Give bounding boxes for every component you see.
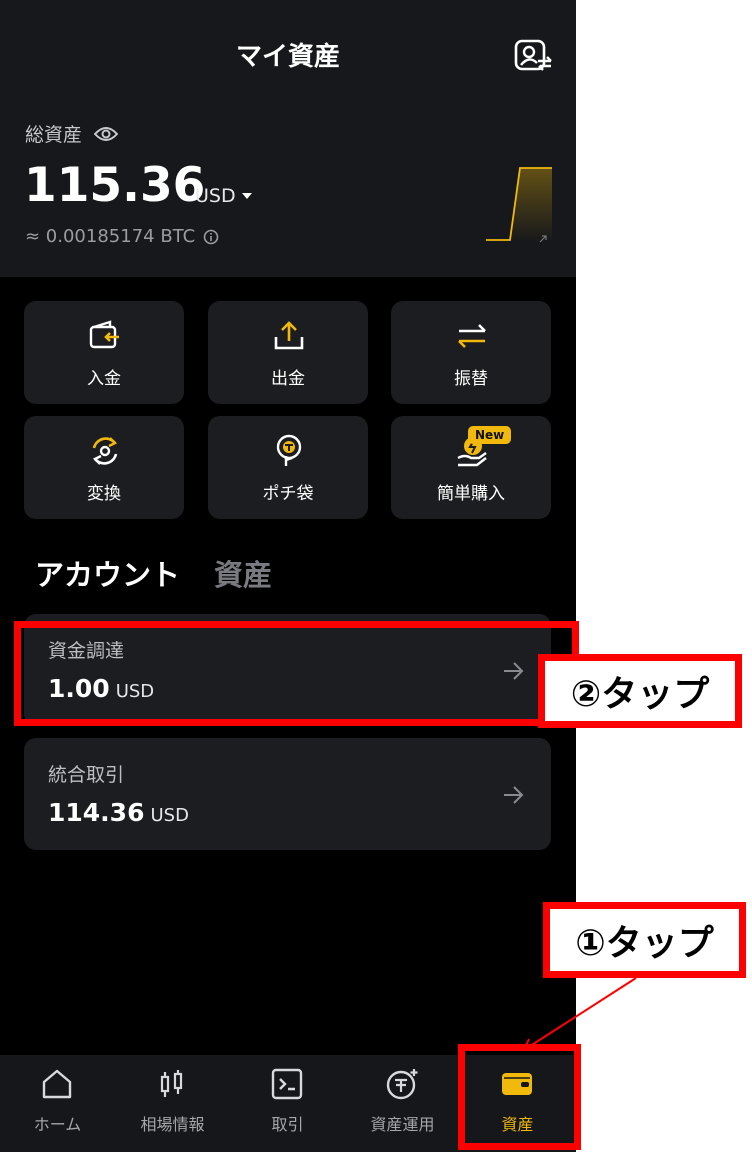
nav-markets[interactable]: 相場情報 [115, 1055, 230, 1152]
buy-crypto-label: 簡単購入 [437, 484, 505, 504]
nav-earn-label: 資産運用 [370, 1115, 435, 1134]
withdraw-icon [272, 319, 306, 353]
page-title: マイ資産 [235, 42, 340, 72]
tab-account[interactable]: アカウント [35, 552, 180, 594]
eye-icon[interactable] [93, 125, 119, 143]
total-assets-label: 総資産 [25, 124, 83, 146]
total-assets-label-row: 総資産 [25, 120, 119, 147]
new-badge: New [468, 426, 512, 444]
nav-markets-label: 相場情報 [140, 1115, 205, 1134]
nav-home-label: ホーム [33, 1115, 82, 1134]
red-packet-icon [272, 434, 306, 468]
unified-trading-value: 114.36 USD [48, 798, 189, 827]
account-switch-icon[interactable] [512, 38, 554, 74]
red-packet-label: ポチ袋 [262, 484, 314, 504]
red-packet-button[interactable]: ポチ袋 [208, 416, 368, 519]
currency-selector[interactable]: USD [195, 185, 252, 207]
unified-trading-account-card[interactable]: 統合取引 114.36 USD [24, 738, 551, 850]
earn-icon [385, 1067, 419, 1101]
deposit-label: 入金 [87, 369, 121, 389]
step2-callout: ②タップ [538, 654, 742, 728]
step1-callout: ①タップ [543, 902, 746, 978]
nav-earn[interactable]: 資産運用 [345, 1055, 460, 1152]
withdraw-button[interactable]: 出金 [208, 301, 368, 404]
transfer-icon [455, 319, 489, 353]
currency-label: USD [195, 185, 236, 207]
tab-assets[interactable]: 資産 [214, 552, 272, 594]
deposit-icon [88, 319, 122, 353]
convert-label: 変換 [87, 484, 121, 504]
unified-trading-amount: 114.36 [48, 798, 145, 827]
btc-equivalent: ≈ 0.00185174 BTC [25, 226, 196, 247]
convert-button[interactable]: 変換 [24, 416, 184, 519]
convert-icon [88, 434, 122, 468]
candlestick-icon [155, 1067, 189, 1101]
asset-sparkline[interactable] [484, 162, 554, 248]
asset-summary-panel: マイ資産 総資産 115.36 USD ≈ 0.00185174 BTC [0, 0, 576, 277]
nav-trade[interactable]: 取引 [230, 1055, 345, 1152]
arrow-right-icon [502, 784, 524, 806]
nav-trade-label: 取引 [271, 1115, 304, 1134]
total-assets-value: 115.36 [24, 158, 206, 213]
unified-trading-unit: USD [150, 805, 189, 826]
unified-trading-label: 統合取引 [48, 764, 125, 786]
account-asset-tabs: アカウント 資産 [35, 552, 272, 594]
trade-icon [270, 1067, 304, 1101]
highlight-assets-tab [458, 1044, 581, 1150]
home-icon [40, 1067, 74, 1101]
nav-home[interactable]: ホーム [0, 1055, 115, 1152]
info-icon[interactable] [203, 229, 219, 245]
app-screen: マイ資産 総資産 115.36 USD ≈ 0.00185174 BTC 入金 … [0, 0, 576, 1152]
btc-equivalent-row: ≈ 0.00185174 BTC [25, 226, 219, 247]
transfer-button[interactable]: 振替 [391, 301, 551, 404]
caret-down-icon [241, 193, 252, 199]
transfer-label: 振替 [454, 369, 488, 389]
highlight-funding-box [14, 621, 579, 726]
deposit-button[interactable]: 入金 [24, 301, 184, 404]
withdraw-label: 出金 [271, 369, 305, 389]
